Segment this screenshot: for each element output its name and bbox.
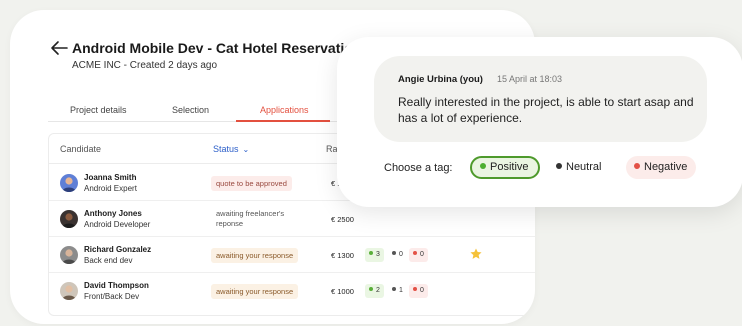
tag-neutral-label: Neutral [566, 161, 602, 173]
rate-value: € 2500 [331, 215, 354, 224]
positive-count-badge: 2 [365, 284, 384, 298]
table-row[interactable]: Richard Gonzalez Back end dev awaiting y… [49, 237, 535, 273]
candidate-name: David Thompson [84, 281, 149, 290]
positive-dot-icon [369, 287, 373, 291]
column-status-label: Status [213, 144, 239, 154]
comment-text: Really interested in the project, is abl… [398, 95, 694, 125]
avatar [60, 210, 78, 228]
comment-tag-popup: Angie Urbina (you) 15 April at 18:03 Rea… [337, 37, 742, 207]
candidate-name: Anthony Jones [84, 209, 142, 218]
tab-project-details[interactable]: Project details [70, 105, 127, 115]
star-icon[interactable] [469, 247, 483, 261]
candidate-role: Android Developer [84, 220, 151, 229]
comment-author: Angie Urbina (you) [398, 74, 483, 85]
tag-prompt-label: Choose a tag: [384, 162, 453, 174]
table-row[interactable]: David Thompson Front/Back Dev awaiting y… [49, 273, 535, 309]
negative-count-badge: 0 [409, 284, 428, 298]
tab-applications[interactable]: Applications [260, 105, 309, 115]
candidate-role: Front/Back Dev [84, 292, 140, 301]
neutral-dot-icon [556, 163, 562, 169]
comment-bubble: Angie Urbina (you) 15 April at 18:03 Rea… [374, 56, 707, 142]
column-candidate: Candidate [60, 144, 102, 154]
tag-positive-label: Positive [490, 161, 529, 173]
status-text: awaiting freelancer's reponse [216, 209, 285, 228]
neutral-count: 1 [399, 287, 403, 294]
negative-dot-icon [413, 287, 417, 291]
positive-dot-icon [480, 163, 486, 169]
tag-neutral-button[interactable]: Neutral [548, 156, 610, 179]
negative-count: 0 [420, 251, 424, 258]
neutral-dot-icon [392, 287, 396, 291]
neutral-count-badge: 0 [388, 248, 407, 262]
arrow-left-icon[interactable] [50, 40, 68, 56]
candidate-role: Android Expert [84, 184, 137, 193]
candidate-name: Richard Gonzalez [84, 245, 152, 254]
avatar [60, 246, 78, 264]
tag-positive-button[interactable]: Positive [470, 156, 540, 179]
rate-value: € 1000 [331, 287, 354, 296]
status-badge: awaiting your response [211, 248, 299, 263]
tab-selection[interactable]: Selection [172, 105, 209, 115]
neutral-count: 0 [399, 251, 403, 258]
candidate-name: Joanna Smith [84, 173, 137, 182]
negative-count: 0 [420, 287, 424, 294]
candidate-role: Back end dev [84, 256, 133, 265]
positive-count-badge: 3 [365, 248, 384, 262]
positive-count: 3 [376, 251, 380, 258]
rate-value: € 1300 [331, 251, 354, 260]
column-status[interactable]: Status ⌄ [213, 144, 249, 154]
tag-negative-label: Negative [644, 161, 688, 173]
active-tab-indicator [236, 120, 330, 122]
negative-dot-icon [413, 251, 417, 255]
tag-negative-button[interactable]: Negative [626, 156, 697, 179]
chevron-down-icon: ⌄ [242, 145, 250, 154]
negative-count-badge: 0 [409, 248, 428, 262]
positive-count: 2 [376, 287, 380, 294]
status-badge: quote to be approved [211, 176, 292, 191]
positive-dot-icon [369, 251, 373, 255]
comment-timestamp: 15 April at 18:03 [497, 74, 563, 84]
page-subtitle: ACME INC - Created 2 days ago [72, 60, 218, 71]
status-badge: awaiting your response [211, 284, 299, 299]
neutral-count-badge: 1 [388, 284, 407, 298]
neutral-dot-icon [392, 251, 396, 255]
avatar [60, 174, 78, 192]
negative-dot-icon [634, 163, 640, 169]
avatar [60, 282, 78, 300]
